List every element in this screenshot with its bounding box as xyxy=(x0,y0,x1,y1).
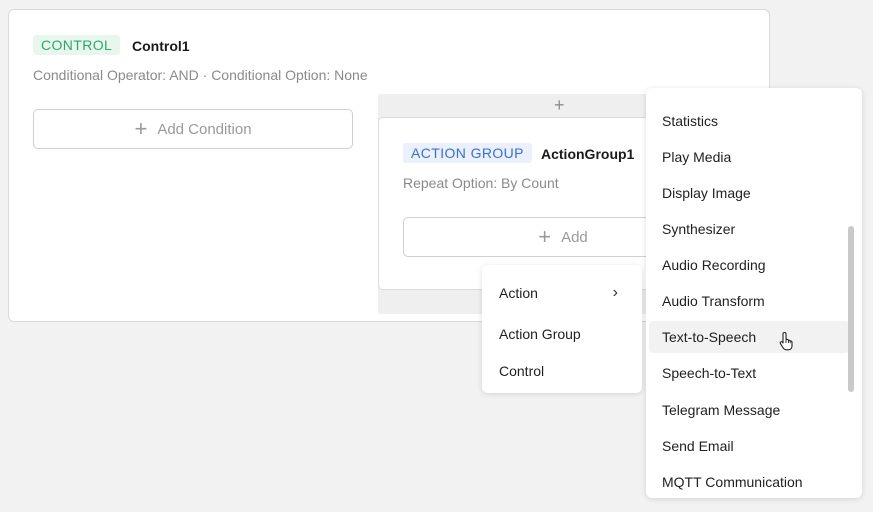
hand-pointer-icon xyxy=(779,331,793,351)
submenu-item-statistics[interactable]: Statistics xyxy=(649,105,849,137)
add-label: Add xyxy=(561,228,588,246)
menu-item-control-label: Control xyxy=(499,363,545,379)
menu-item-control[interactable]: Control xyxy=(482,357,642,385)
menu-item-action-group[interactable]: Action Group xyxy=(482,320,642,348)
action-group-subtitle: Repeat Option: By Count xyxy=(403,175,559,191)
submenu-item-mqtt-communication[interactable]: MQTT Communication xyxy=(649,466,849,498)
action-group-name: ActionGroup1 xyxy=(541,146,635,162)
submenu-item-display-image[interactable]: Display Image xyxy=(649,177,849,209)
menu-item-action[interactable]: Action › xyxy=(482,279,642,307)
submenu-item-send-email[interactable]: Send Email xyxy=(649,430,849,462)
chevron-right-icon: › xyxy=(612,284,618,301)
submenu-item-play-media[interactable]: Play Media xyxy=(649,141,849,173)
submenu-item-text-to-speech[interactable]: Text-to-Speech xyxy=(649,321,849,353)
add-context-menu: Action › Action Group Control xyxy=(482,265,642,393)
add-condition-button[interactable]: + Add Condition xyxy=(33,109,353,149)
plus-icon: + xyxy=(538,224,552,249)
add-button[interactable]: + Add xyxy=(403,217,667,257)
plus-icon: + xyxy=(134,116,148,141)
menu-item-action-label: Action xyxy=(499,285,538,301)
action-submenu: Statistics Play Media Display Image Synt… xyxy=(646,88,862,498)
control-name: Control1 xyxy=(132,38,190,54)
submenu-item-telegram-message[interactable]: Telegram Message xyxy=(649,394,849,426)
submenu-item-speech-to-text[interactable]: Speech-to-Text xyxy=(649,357,849,389)
control-tag: CONTROL xyxy=(33,35,121,55)
insert-plus-icon[interactable]: + xyxy=(554,95,565,115)
menu-item-action-group-label: Action Group xyxy=(499,326,581,342)
add-condition-label: Add Condition xyxy=(157,120,252,138)
control-subtitle: Conditional Operator: AND · Conditional … xyxy=(33,67,368,83)
submenu-item-audio-recording[interactable]: Audio Recording xyxy=(649,249,849,281)
submenu-item-synthesizer[interactable]: Synthesizer xyxy=(649,213,849,245)
action-group-tag: ACTION GROUP xyxy=(403,143,532,163)
submenu-item-audio-transform[interactable]: Audio Transform xyxy=(649,285,849,317)
submenu-scrollbar[interactable] xyxy=(848,226,854,392)
